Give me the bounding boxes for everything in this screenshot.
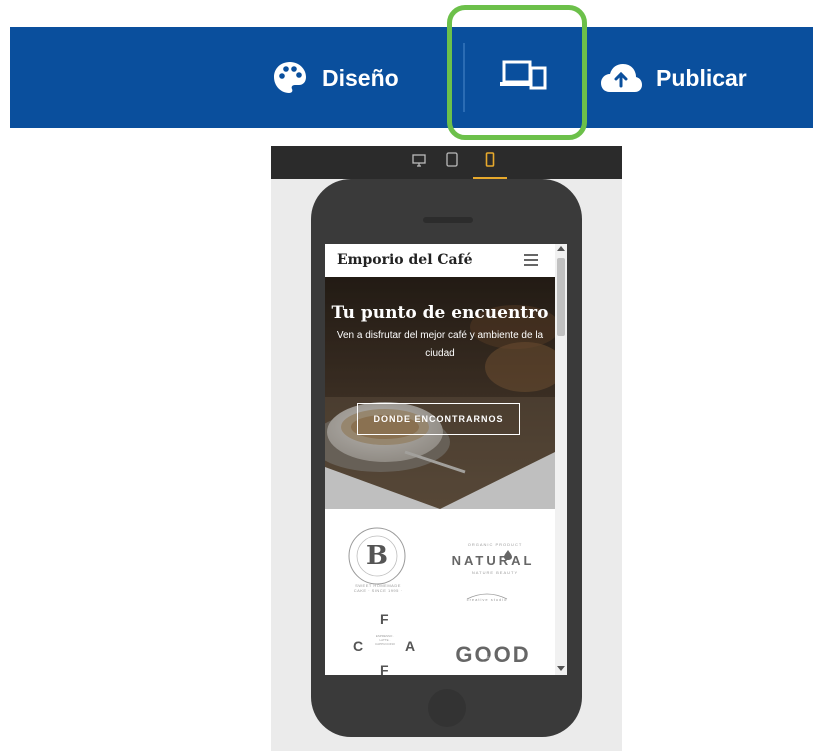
logo4-mid: IDEA DESIGN bbox=[479, 655, 495, 665]
app-root: Diseño Publicar Emporio del Café Tu punt… bbox=[0, 0, 813, 751]
cloud-upload-icon bbox=[600, 62, 642, 94]
logo3-small-text: ESPRESSO · LATTE · CAPPUCCINO bbox=[374, 634, 395, 646]
logo3-letter-left: C bbox=[353, 638, 364, 654]
logo2-top: ORGANIC PRODUCT bbox=[467, 542, 523, 547]
palette-icon bbox=[272, 60, 308, 96]
logo1-letter: B bbox=[366, 541, 388, 571]
logo2-sub: NATURE BEAUTY bbox=[471, 570, 519, 575]
hero-text: Tu punto de encuentro Ven a disfrutar de… bbox=[325, 303, 555, 363]
hero-section: Tu punto de encuentro Ven a disfrutar de… bbox=[325, 277, 555, 509]
hero-title: Tu punto de encuentro bbox=[331, 303, 549, 323]
hero-subtitle: Ven a disfrutar del mejor café y ambient… bbox=[336, 330, 544, 359]
site-header: Emporio del Café bbox=[325, 244, 555, 277]
hamburger-menu-icon[interactable] bbox=[523, 253, 539, 272]
phone-speaker bbox=[423, 217, 473, 223]
client-logos-section: B SWEET HOMEMADE CAKE · SINCE 1995 · ORG… bbox=[325, 509, 555, 675]
logo3-letter-bottom: F bbox=[380, 662, 389, 675]
design-button[interactable]: Diseño bbox=[272, 60, 399, 96]
publish-label: Publicar bbox=[656, 64, 747, 91]
tablet-icon bbox=[446, 152, 458, 172]
phone-scrollbar[interactable] bbox=[555, 244, 567, 675]
phone-home-button bbox=[428, 689, 466, 727]
preview-panel: Emporio del Café Tu punto de encuentro V… bbox=[271, 146, 622, 751]
publish-button[interactable]: Publicar bbox=[600, 60, 747, 96]
logo1-ring-text: SWEET HOMEMADE CAKE · SINCE 1995 · bbox=[353, 583, 403, 593]
scroll-up-arrow-icon[interactable] bbox=[557, 246, 565, 251]
scroll-down-arrow-icon[interactable] bbox=[557, 666, 565, 671]
phone-frame: Emporio del Café Tu punto de encuentro V… bbox=[311, 179, 582, 737]
logo3-letter-right: A bbox=[405, 638, 416, 654]
mobile-view-button[interactable] bbox=[479, 151, 501, 173]
desktop-view-button[interactable] bbox=[408, 151, 430, 173]
find-us-button[interactable]: DONDE ENCONTRARNOS bbox=[357, 403, 520, 435]
logo3-letter-top: F bbox=[380, 611, 389, 627]
site-title[interactable]: Emporio del Café bbox=[337, 252, 473, 268]
mobile-icon bbox=[485, 152, 495, 172]
logo2-main: NATURAL bbox=[451, 553, 535, 568]
top-toolbar: Diseño Publicar bbox=[10, 27, 813, 128]
logo4-top: creative studio bbox=[466, 597, 508, 602]
phone-screen: Emporio del Café Tu punto de encuentro V… bbox=[325, 244, 567, 675]
highlight-frame bbox=[447, 5, 587, 140]
scroll-thumb[interactable] bbox=[557, 258, 565, 336]
design-label: Diseño bbox=[322, 64, 399, 91]
tablet-view-button[interactable] bbox=[441, 151, 463, 173]
desktop-icon bbox=[412, 153, 426, 172]
device-switcher-bar bbox=[271, 146, 622, 179]
